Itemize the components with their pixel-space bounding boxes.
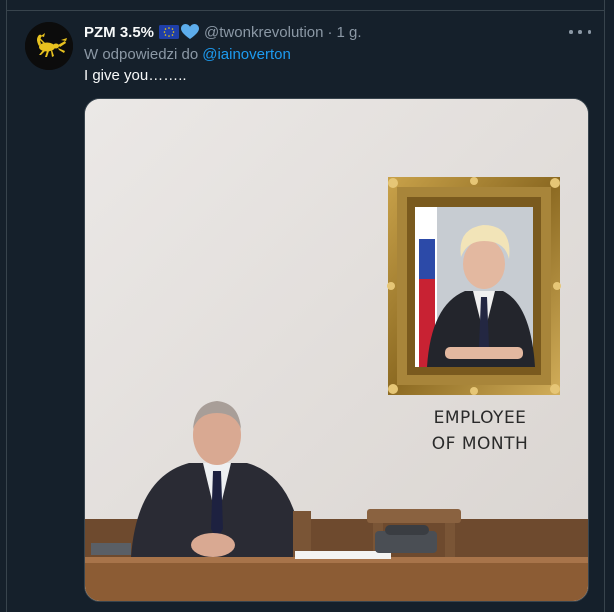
reply-context: W odpowiedzi do @iainoverton — [84, 44, 291, 64]
reply-prefix: W odpowiedzi do — [84, 45, 199, 63]
meme-image — [85, 99, 588, 601]
user-handle[interactable]: @twonkrevolution — [204, 24, 323, 41]
reply-to-link[interactable]: @iainoverton — [202, 46, 291, 63]
portrait-frame — [387, 177, 561, 395]
scorpion-icon — [25, 22, 73, 70]
timestamp[interactable]: 1 g. — [336, 24, 361, 41]
avatar[interactable] — [25, 22, 73, 70]
tweet-header: PZM 3.5% @twonkrevolution · 1 g. — [84, 22, 362, 42]
blue-heart-icon — [181, 24, 200, 40]
eu-flag-icon — [159, 25, 180, 39]
tweet-text: I give you…….. — [84, 67, 187, 84]
divider — [6, 10, 605, 11]
caption-line-1: EMPLOYEE — [433, 408, 527, 428]
more-options-icon[interactable] — [569, 24, 591, 40]
tweet-image[interactable]: EMPLOYEE OF MONTH — [84, 98, 589, 602]
display-name[interactable]: PZM 3.5% — [84, 24, 154, 41]
caption-line-2: OF MONTH — [431, 434, 529, 454]
separator-dot: · — [327, 23, 333, 41]
image-caption: EMPLOYEE OF MONTH — [385, 405, 575, 457]
